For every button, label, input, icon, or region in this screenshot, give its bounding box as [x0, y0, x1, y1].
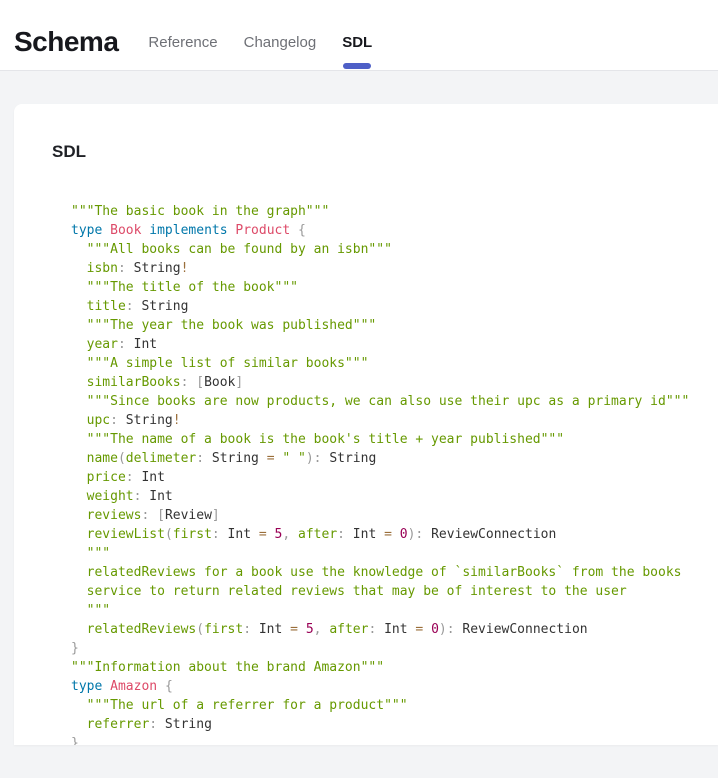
- tab-reference[interactable]: Reference: [148, 14, 217, 70]
- code-line: type Amazon {: [71, 677, 698, 696]
- code-line: """Information about the brand Amazon""": [71, 658, 698, 677]
- tab-reference-label: Reference: [148, 34, 217, 51]
- sdl-code-block: """The basic book in the graph"""type Bo…: [52, 202, 698, 745]
- code-line: """: [71, 601, 698, 620]
- code-line: """Since books are now products, we can …: [71, 392, 698, 411]
- page-title: Schema: [14, 26, 118, 58]
- code-line: upc: String!: [71, 411, 698, 430]
- code-line: """The year the book was published""": [71, 316, 698, 335]
- code-line: name(delimeter: String = " "): String: [71, 449, 698, 468]
- tab-sdl[interactable]: SDL: [342, 14, 372, 70]
- sdl-heading: SDL: [52, 142, 698, 162]
- tab-changelog-label: Changelog: [244, 34, 317, 51]
- code-line: }: [71, 639, 698, 658]
- active-tab-indicator: [343, 63, 371, 69]
- page-header: Schema Reference Changelog SDL: [0, 0, 718, 71]
- code-line: """All books can be found by an isbn""": [71, 240, 698, 259]
- code-line: similarBooks: [Book]: [71, 373, 698, 392]
- page-body: SDL """The basic book in the graph"""typ…: [0, 104, 718, 778]
- code-line: weight: Int: [71, 487, 698, 506]
- code-line: price: Int: [71, 468, 698, 487]
- code-line: isbn: String!: [71, 259, 698, 278]
- code-line: """The url of a referrer for a product""…: [71, 696, 698, 715]
- code-line: title: String: [71, 297, 698, 316]
- code-line: relatedReviews for a book use the knowle…: [71, 563, 698, 582]
- tab-bar: Reference Changelog SDL: [148, 14, 372, 70]
- code-line: """The basic book in the graph""": [71, 202, 698, 221]
- code-line: }: [71, 734, 698, 745]
- code-line: referrer: String: [71, 715, 698, 734]
- code-line: """The name of a book is the book's titl…: [71, 430, 698, 449]
- sdl-card: SDL """The basic book in the graph"""typ…: [14, 104, 718, 745]
- code-line: """The title of the book""": [71, 278, 698, 297]
- code-line: service to return related reviews that m…: [71, 582, 698, 601]
- code-line: reviewList(first: Int = 5, after: Int = …: [71, 525, 698, 544]
- code-line: type Book implements Product {: [71, 221, 698, 240]
- code-line: """: [71, 544, 698, 563]
- code-line: relatedReviews(first: Int = 5, after: In…: [71, 620, 698, 639]
- code-line: """A simple list of similar books""": [71, 354, 698, 373]
- code-line: year: Int: [71, 335, 698, 354]
- code-line: reviews: [Review]: [71, 506, 698, 525]
- tab-changelog[interactable]: Changelog: [244, 14, 317, 70]
- tab-sdl-label: SDL: [342, 34, 372, 51]
